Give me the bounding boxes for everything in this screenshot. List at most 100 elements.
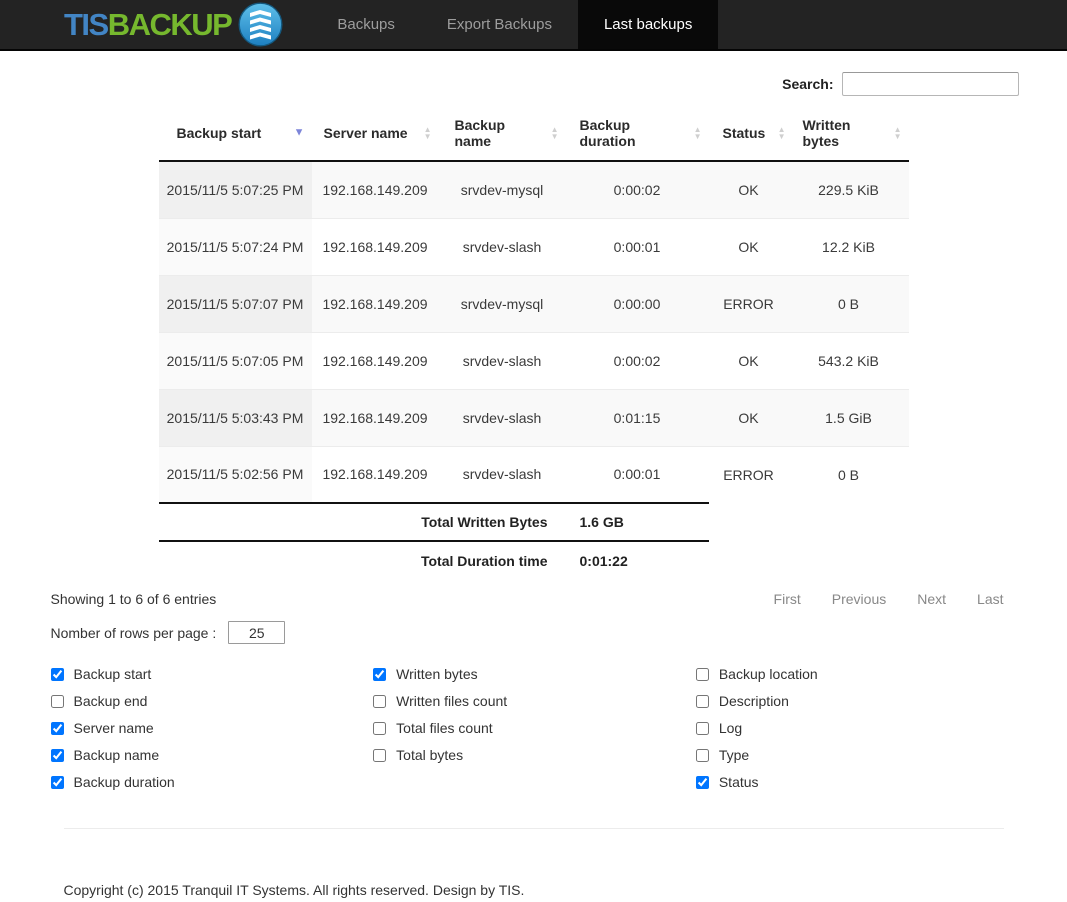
- header-backup-start[interactable]: Backup start ▼: [159, 106, 312, 161]
- toggle-backup-start-checkbox[interactable]: [51, 668, 64, 681]
- cell-status: OK: [709, 389, 789, 446]
- cell-written-bytes: 543.2 KiB: [789, 332, 909, 389]
- nav-backups[interactable]: Backups: [311, 0, 421, 49]
- toggle-type-checkbox[interactable]: [696, 749, 709, 762]
- table-row: 2015/11/5 5:07:07 PM 192.168.149.209 srv…: [159, 275, 909, 332]
- stacked-layers-icon: [238, 2, 283, 47]
- cell-server-name: 192.168.149.209: [312, 389, 439, 446]
- cell-backup-duration: 0:00:02: [566, 332, 709, 389]
- header-backup-duration[interactable]: Backup duration ▲▼: [566, 106, 709, 161]
- search-row: Search:: [49, 72, 1019, 96]
- backups-table: Backup start ▼ Server name ▲▼ Backup nam…: [159, 106, 909, 579]
- sort-both-icon: ▲▼: [551, 126, 559, 140]
- toggle-total-files-count: Total files count: [373, 721, 696, 735]
- table-body: 2015/11/5 5:07:25 PM 192.168.149.209 srv…: [159, 161, 909, 503]
- toggle-written-bytes-checkbox[interactable]: [373, 668, 386, 681]
- pagination-previous[interactable]: Previous: [832, 591, 886, 607]
- toggle-type: Type: [696, 748, 1019, 762]
- cell-backup-start: 2015/11/5 5:02:56 PM: [159, 446, 312, 503]
- cell-backup-start: 2015/11/5 5:07:07 PM: [159, 275, 312, 332]
- cell-written-bytes: 12.2 KiB: [789, 218, 909, 275]
- cell-status: OK: [709, 218, 789, 275]
- cell-server-name: 192.168.149.209: [312, 161, 439, 218]
- toggle-backup-start: Backup start: [51, 667, 374, 681]
- toggle-written-bytes: Written bytes: [373, 667, 696, 681]
- main-content: Search: Backup start ▼ Server name ▲▼ Ba…: [49, 72, 1019, 789]
- header-status[interactable]: Status ▲▼: [709, 106, 789, 161]
- pagination-next[interactable]: Next: [917, 591, 946, 607]
- header-written-bytes[interactable]: Written bytes ▲▼: [789, 106, 909, 161]
- cell-server-name: 192.168.149.209: [312, 275, 439, 332]
- toggle-backup-location-checkbox[interactable]: [696, 668, 709, 681]
- toggle-server-name-checkbox[interactable]: [51, 722, 64, 735]
- table-row: 2015/11/5 5:07:05 PM 192.168.149.209 srv…: [159, 332, 909, 389]
- toggle-written-files-count-checkbox[interactable]: [373, 695, 386, 708]
- table-row: 2015/11/5 5:07:25 PM 192.168.149.209 srv…: [159, 161, 909, 218]
- cell-written-bytes: 0 B: [789, 446, 909, 503]
- toggle-backup-name-checkbox[interactable]: [51, 749, 64, 762]
- brand-backup-text: BACKUP: [108, 7, 232, 42]
- total-written-bytes-row: Total Written Bytes 1.6 GB: [159, 503, 909, 541]
- cell-written-bytes: 0 B: [789, 275, 909, 332]
- toggle-backup-duration-checkbox[interactable]: [51, 776, 64, 789]
- cell-server-name: 192.168.149.209: [312, 446, 439, 503]
- header-server-name[interactable]: Server name ▲▼: [312, 106, 439, 161]
- brand-logo[interactable]: TISBACKUP: [64, 0, 283, 49]
- table-row: 2015/11/5 5:02:56 PM 192.168.149.209 srv…: [159, 446, 909, 503]
- toggle-backup-name: Backup name: [51, 748, 374, 762]
- pagination-first[interactable]: First: [774, 591, 801, 607]
- search-input[interactable]: [842, 72, 1019, 96]
- nav-menu: Backups Export Backups Last backups: [311, 0, 718, 49]
- toggle-written-files-count: Written files count: [373, 694, 696, 708]
- toggle-total-bytes: Total bytes: [373, 748, 696, 762]
- rows-per-page-label: Nomber of rows per page :: [51, 625, 217, 641]
- table-row: 2015/11/5 5:07:24 PM 192.168.149.209 srv…: [159, 218, 909, 275]
- nav-export-backups[interactable]: Export Backups: [421, 0, 578, 49]
- cell-backup-name: srvdev-slash: [439, 389, 566, 446]
- cell-status: OK: [709, 332, 789, 389]
- footer-divider: [64, 828, 1004, 829]
- copyright-text: Copyright (c) 2015 Tranquil IT Systems. …: [64, 882, 1004, 898]
- rows-per-page-row: Nomber of rows per page :: [49, 621, 1019, 644]
- cell-backup-name: srvdev-slash: [439, 332, 566, 389]
- column-toggles: Backup start Backup end Server name Back…: [49, 667, 1019, 789]
- toggle-status-checkbox[interactable]: [696, 776, 709, 789]
- cell-backup-name: srvdev-slash: [439, 446, 566, 503]
- navbar: TISBACKUP Backups Export Backups Last ba…: [0, 0, 1067, 51]
- cell-backup-name: srvdev-mysql: [439, 275, 566, 332]
- cell-server-name: 192.168.149.209: [312, 218, 439, 275]
- toggle-backup-end-checkbox[interactable]: [51, 695, 64, 708]
- cell-status: ERROR: [709, 275, 789, 332]
- cell-written-bytes: 229.5 KiB: [789, 161, 909, 218]
- pagination: First Previous Next Last: [774, 591, 1017, 607]
- toggle-backup-duration: Backup duration: [51, 775, 374, 789]
- search-label: Search:: [782, 76, 833, 92]
- toggle-backup-location: Backup location: [696, 667, 1019, 681]
- toggle-description: Description: [696, 694, 1019, 708]
- nav-last-backups[interactable]: Last backups: [578, 0, 718, 49]
- sort-both-icon: ▲▼: [694, 126, 702, 140]
- toggle-backup-end: Backup end: [51, 694, 374, 708]
- sort-both-icon: ▲▼: [424, 126, 432, 140]
- cell-status: ERROR: [709, 446, 789, 503]
- toggle-total-files-count-checkbox[interactable]: [373, 722, 386, 735]
- cell-server-name: 192.168.149.209: [312, 332, 439, 389]
- pagination-last[interactable]: Last: [977, 591, 1003, 607]
- cell-backup-start: 2015/11/5 5:07:25 PM: [159, 161, 312, 218]
- cell-written-bytes: 1.5 GiB: [789, 389, 909, 446]
- toggle-column-1: Backup start Backup end Server name Back…: [51, 667, 374, 789]
- toggle-column-2: Written bytes Written files count Total …: [373, 667, 696, 789]
- rows-per-page-input[interactable]: [228, 621, 285, 644]
- toggle-total-bytes-checkbox[interactable]: [373, 749, 386, 762]
- info-pagination-row: Showing 1 to 6 of 6 entries First Previo…: [49, 591, 1019, 607]
- total-duration-row: Total Duration time 0:01:22: [159, 541, 909, 579]
- toggle-description-checkbox[interactable]: [696, 695, 709, 708]
- toggle-log-checkbox[interactable]: [696, 722, 709, 735]
- table-footer: Total Written Bytes 1.6 GB Total Duratio…: [159, 503, 909, 579]
- total-written-bytes-value: 1.6 GB: [566, 503, 709, 541]
- cell-backup-name: srvdev-slash: [439, 218, 566, 275]
- header-backup-name[interactable]: Backup name ▲▼: [439, 106, 566, 161]
- brand-tis-text: TIS: [64, 7, 108, 42]
- table-header: Backup start ▼ Server name ▲▼ Backup nam…: [159, 106, 909, 161]
- cell-backup-duration: 0:01:15: [566, 389, 709, 446]
